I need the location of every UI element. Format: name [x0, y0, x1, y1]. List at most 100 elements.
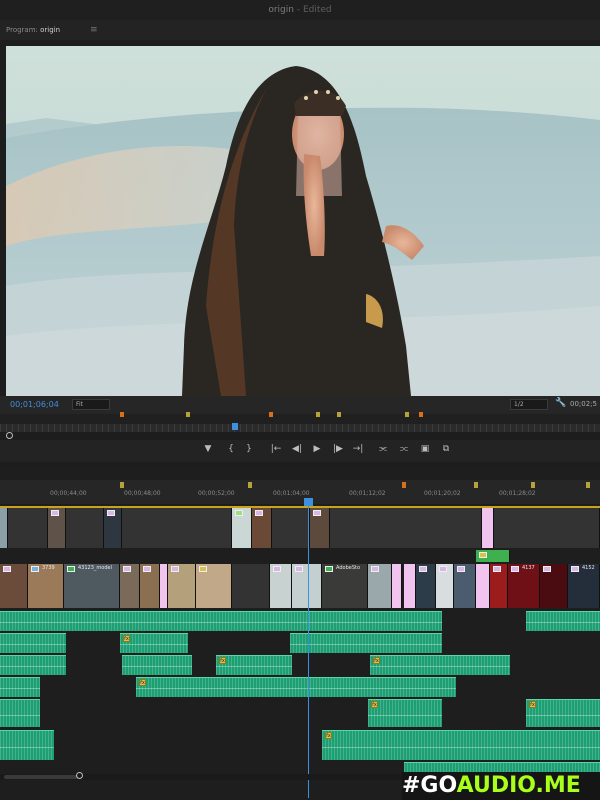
step-back-icon[interactable]: ◀|: [290, 444, 304, 454]
audio-clip[interactable]: [404, 762, 600, 772]
video-clip[interactable]: [454, 564, 476, 608]
volume-envelope[interactable]: [526, 622, 600, 624]
mark-in-icon[interactable]: {: [224, 444, 238, 454]
add-marker-icon[interactable]: ▼: [201, 444, 215, 454]
timeline-playhead[interactable]: [304, 498, 313, 506]
audio-clip[interactable]: fx: [136, 677, 456, 697]
adjustment-clip[interactable]: [404, 564, 416, 608]
video-clip[interactable]: [476, 550, 510, 562]
step-forward-icon[interactable]: |▶: [331, 444, 345, 454]
video-clip[interactable]: [122, 508, 232, 548]
marker[interactable]: [120, 482, 124, 488]
marker[interactable]: [419, 412, 423, 417]
adjustment-clip[interactable]: [392, 564, 402, 608]
marker[interactable]: [269, 412, 273, 417]
video-clip[interactable]: 4152: [568, 564, 600, 608]
zoom-handle[interactable]: [6, 432, 13, 439]
video-clip[interactable]: [490, 564, 508, 608]
mark-out-icon[interactable]: }: [242, 444, 256, 454]
extract-icon[interactable]: ⫗: [397, 444, 411, 454]
volume-envelope[interactable]: [0, 688, 40, 690]
volume-envelope[interactable]: [370, 666, 510, 668]
video-clip[interactable]: [120, 564, 140, 608]
video-clip[interactable]: [232, 508, 252, 548]
lift-icon[interactable]: ⫘: [376, 444, 390, 454]
marker[interactable]: [531, 482, 535, 488]
audio-clip[interactable]: [0, 677, 40, 697]
volume-envelope[interactable]: [368, 714, 442, 716]
audio-clip[interactable]: fx: [216, 655, 292, 675]
zoom-level-select[interactable]: Fit: [72, 399, 110, 410]
volume-envelope[interactable]: [136, 688, 456, 690]
video-clip[interactable]: 43123_model: [64, 564, 120, 608]
volume-envelope[interactable]: [368, 644, 442, 646]
marker[interactable]: [337, 412, 341, 417]
audio-clip[interactable]: [290, 633, 368, 653]
volume-envelope[interactable]: [290, 644, 368, 646]
playback-resolution-select[interactable]: 1/2: [510, 399, 548, 410]
viewer-scrub-bar[interactable]: [0, 424, 600, 432]
volume-envelope[interactable]: [0, 622, 442, 624]
marker[interactable]: [120, 412, 124, 417]
export-frame-icon[interactable]: ▣: [418, 444, 432, 454]
volume-envelope[interactable]: [0, 644, 66, 646]
volume-envelope[interactable]: [0, 666, 66, 668]
volume-envelope[interactable]: [122, 666, 192, 668]
audio-clip[interactable]: [0, 633, 66, 653]
marker[interactable]: [474, 482, 478, 488]
audio-clip[interactable]: fx: [370, 655, 510, 675]
audio-clip[interactable]: [0, 611, 442, 631]
video-clip[interactable]: [232, 564, 270, 608]
viewer-time-ruler[interactable]: [0, 414, 600, 424]
video-clip[interactable]: [310, 508, 330, 548]
adjustment-clip[interactable]: [482, 508, 494, 548]
video-clip[interactable]: [104, 508, 122, 548]
timeline-playhead-line[interactable]: [308, 498, 309, 798]
volume-envelope[interactable]: [322, 746, 600, 748]
video-clip[interactable]: [196, 564, 232, 608]
go-to-out-icon[interactable]: →|: [351, 444, 365, 454]
program-video-frame[interactable]: [6, 46, 600, 396]
volume-envelope[interactable]: [526, 714, 600, 716]
volume-envelope[interactable]: [0, 746, 54, 748]
video-clip[interactable]: [540, 564, 568, 608]
audio-clip[interactable]: [0, 699, 40, 727]
adjustment-clip[interactable]: [476, 564, 490, 608]
video-clip[interactable]: AdobeSto: [322, 564, 368, 608]
wrench-icon[interactable]: 🔧: [555, 398, 566, 408]
volume-envelope[interactable]: [120, 644, 188, 646]
marker[interactable]: [186, 412, 190, 417]
marker[interactable]: [248, 482, 252, 488]
hamburger-icon[interactable]: ≡: [90, 20, 98, 40]
play-icon[interactable]: ▶: [310, 444, 324, 454]
video-clip[interactable]: [252, 508, 272, 548]
video-clip[interactable]: [330, 508, 482, 548]
video-clip[interactable]: [8, 508, 48, 548]
video-clip[interactable]: [416, 564, 436, 608]
comparison-view-icon[interactable]: ⧉: [439, 444, 453, 454]
volume-envelope[interactable]: [0, 714, 40, 716]
audio-clip[interactable]: [0, 730, 54, 760]
audio-clip[interactable]: fx: [526, 699, 600, 727]
audio-clip[interactable]: [122, 655, 192, 675]
volume-envelope[interactable]: [216, 666, 292, 668]
playhead-timecode[interactable]: 00;01;06;04: [10, 400, 59, 409]
go-to-in-icon[interactable]: |←: [269, 444, 283, 454]
video-clip[interactable]: [436, 564, 454, 608]
zoom-handle[interactable]: [76, 772, 83, 779]
video-clip[interactable]: [168, 564, 196, 608]
video-clip[interactable]: [0, 508, 8, 548]
adjustment-clip[interactable]: [160, 564, 168, 608]
timeline-ruler[interactable]: 00;00;44;00 00;00;48;00 00;00;52;00 00;0…: [0, 480, 600, 504]
marker[interactable]: [316, 412, 320, 417]
viewer-playhead[interactable]: [232, 423, 238, 430]
video-clip[interactable]: 4137: [508, 564, 540, 608]
video-clip[interactable]: [270, 564, 292, 608]
marker[interactable]: [405, 412, 409, 417]
video-clip[interactable]: [272, 508, 310, 548]
video-clip[interactable]: [494, 508, 600, 548]
audio-clip[interactable]: [526, 611, 600, 631]
marker[interactable]: [402, 482, 406, 488]
video-clip[interactable]: [292, 564, 322, 608]
video-clip[interactable]: 3739: [28, 564, 64, 608]
